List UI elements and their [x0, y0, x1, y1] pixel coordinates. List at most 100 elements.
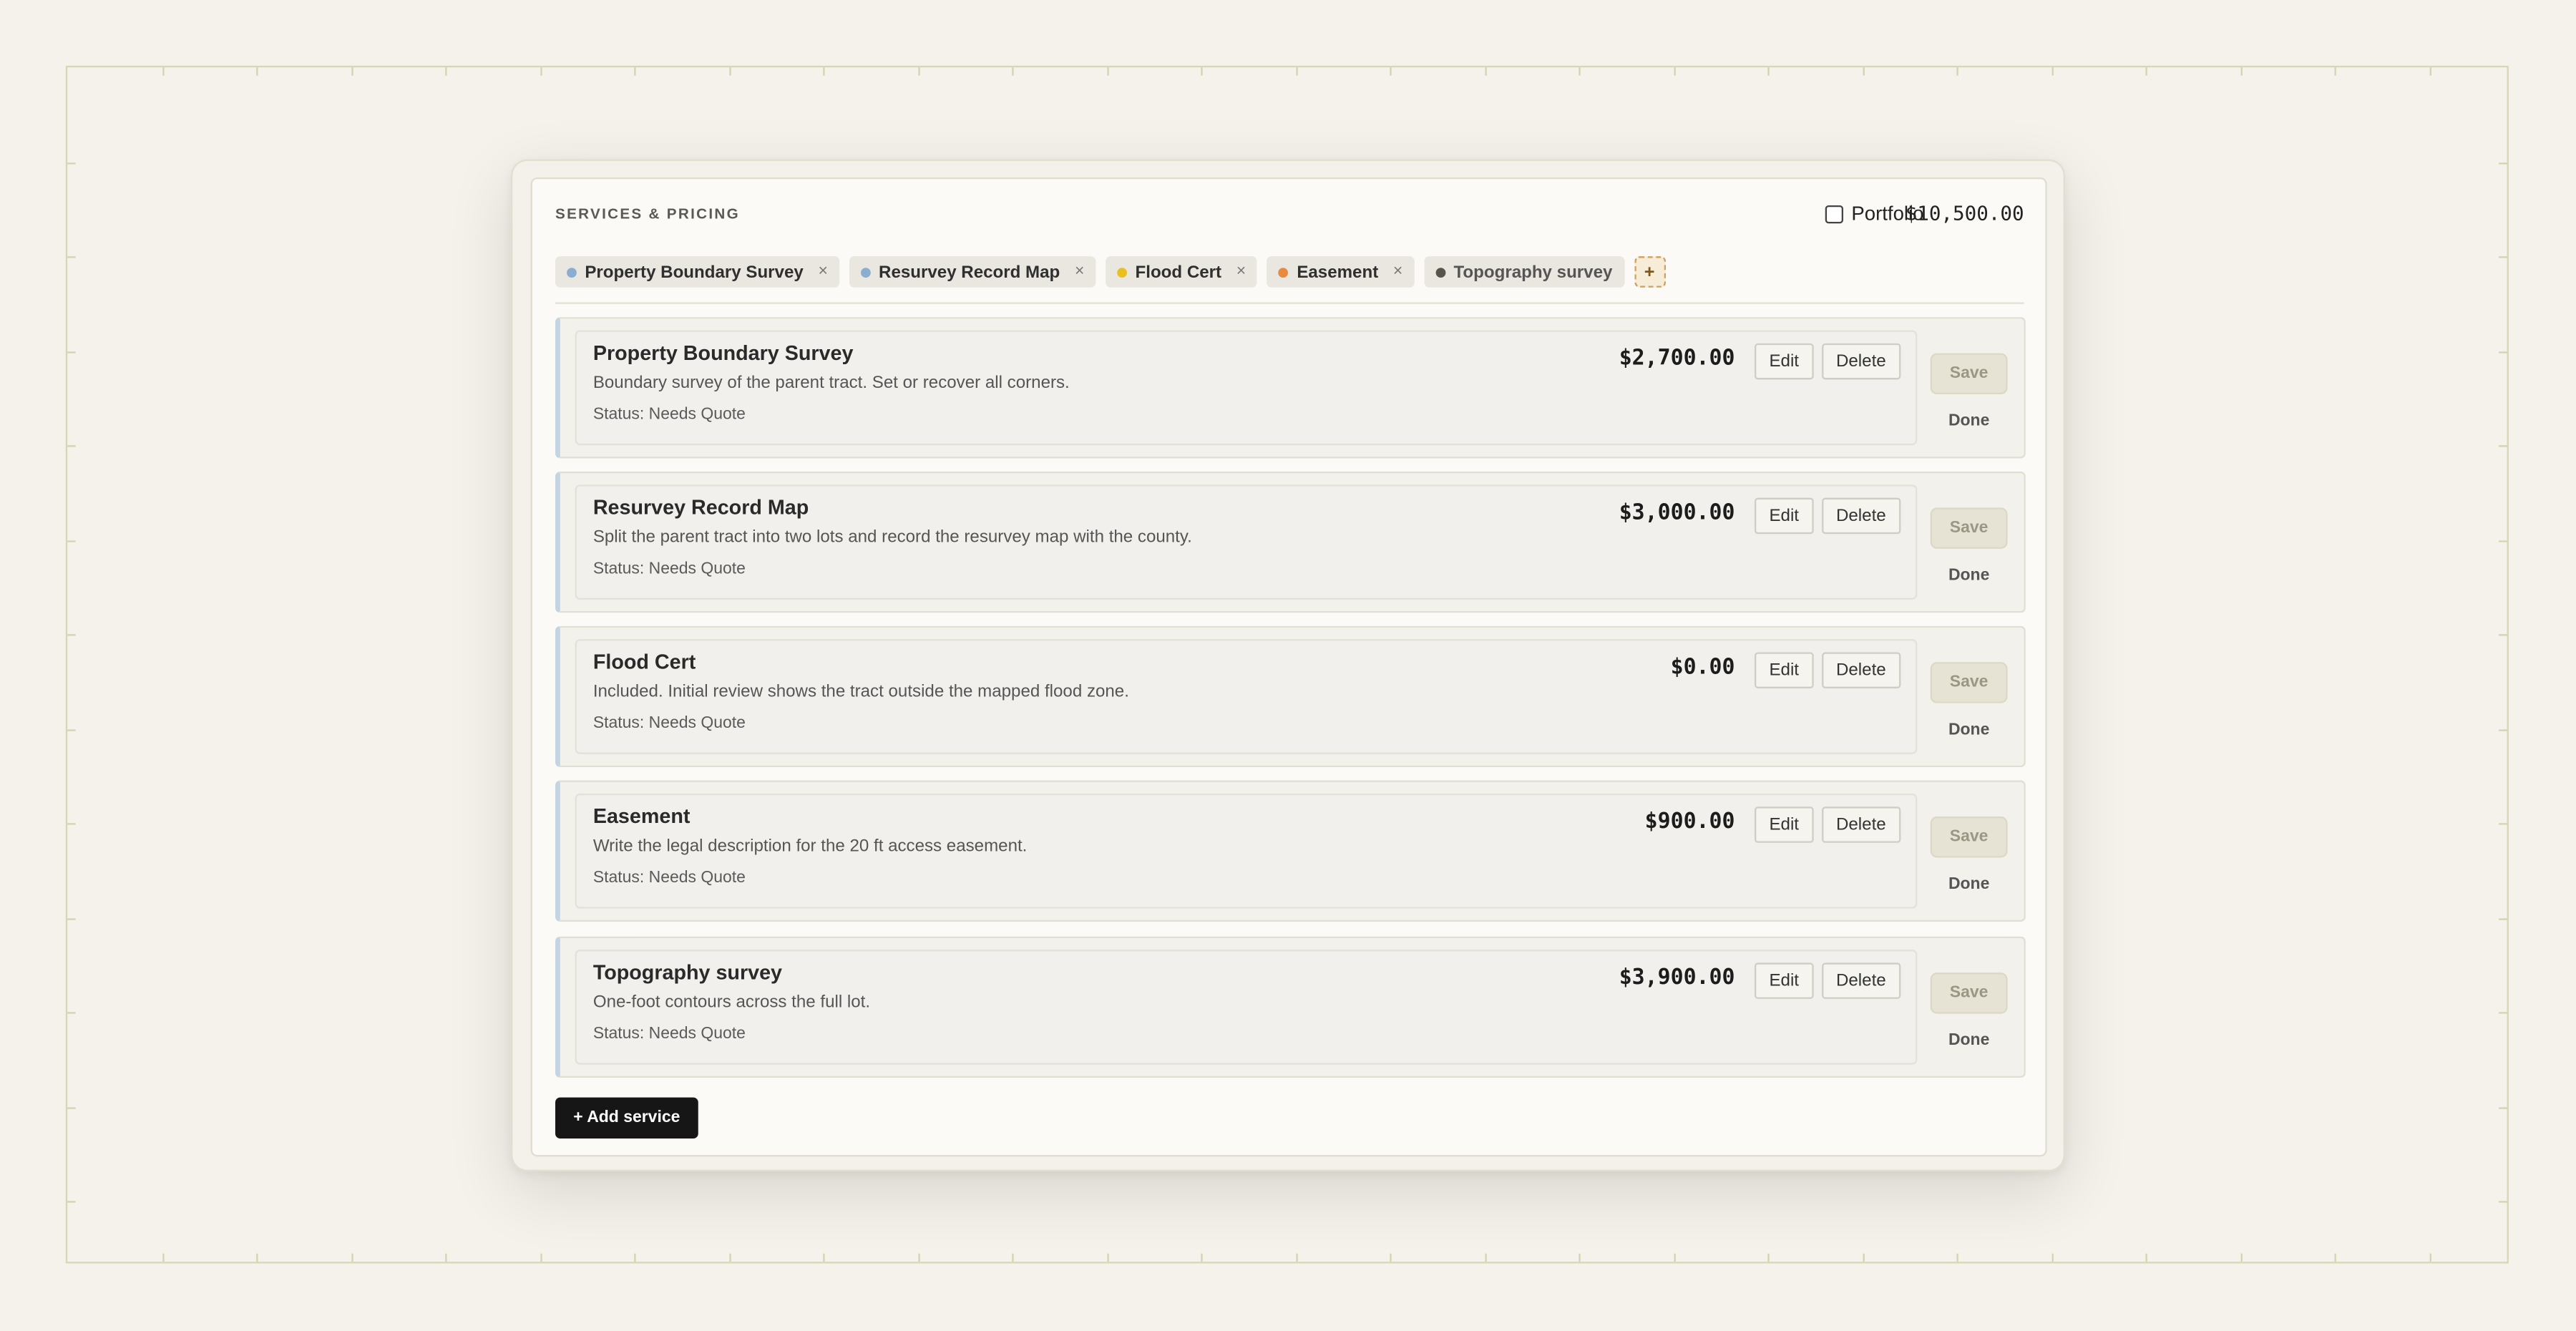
ruler-tick [2499, 728, 2507, 731]
ruler-tick [1106, 1253, 1108, 1262]
done-button[interactable]: Done [1931, 876, 2008, 894]
ruler-tick [67, 728, 76, 731]
tag-label: Easement [1297, 262, 1379, 282]
service-card: Topography survey One-foot contours acro… [575, 950, 1918, 1065]
remove-tag-icon[interactable]: × [818, 263, 827, 281]
remove-tag-icon[interactable]: × [1236, 263, 1246, 281]
ruler-tick [540, 1253, 542, 1262]
ruler-tick [2334, 67, 2336, 76]
service-tag[interactable]: Resurvey Record Map × [849, 256, 1096, 288]
ruler-tick [1956, 67, 1958, 76]
ruler-tick [2145, 67, 2147, 76]
ruler-tick [1673, 67, 1675, 76]
ruler-tick [162, 67, 164, 76]
ruler-tick [2240, 1253, 2242, 1262]
page-background: SERVICES & PRICING Portfolio $10,500.00 … [0, 0, 2576, 1331]
remove-tag-icon[interactable]: × [1075, 263, 1084, 281]
ruler-tick [2145, 1253, 2147, 1262]
service-tag[interactable]: Flood Cert × [1106, 256, 1258, 288]
service-description: Boundary survey of the parent tract. Set… [592, 373, 1070, 393]
save-button[interactable]: Save [1930, 662, 2008, 703]
service-row: Property Boundary Survey Boundary survey… [555, 317, 2026, 459]
ruler-tick [67, 1106, 76, 1108]
save-button[interactable]: Save [1930, 353, 2008, 395]
edit-button[interactable]: Edit [1754, 343, 1814, 380]
tag-label: Flood Cert [1135, 262, 1222, 282]
done-button[interactable]: Done [1931, 412, 2008, 430]
done-button[interactable]: Done [1931, 1032, 2008, 1050]
ruler-tick [2499, 823, 2507, 825]
delete-button[interactable]: Delete [1821, 652, 1901, 688]
service-description: One-foot contours across the full lot. [592, 992, 871, 1013]
tag-color-dot [1435, 267, 1445, 277]
ruler-tick [1767, 67, 1770, 76]
done-button[interactable]: Done [1931, 721, 2008, 739]
service-status: Status: Needs Quote [592, 869, 746, 887]
ruler-tick [445, 1253, 447, 1262]
add-tag-button[interactable]: + [1634, 256, 1665, 288]
ruler-tick [67, 445, 76, 447]
ruler-tick [162, 1253, 164, 1262]
delete-button[interactable]: Delete [1821, 497, 1901, 535]
save-button[interactable]: Save [1930, 972, 2008, 1014]
service-name: Topography survey [592, 961, 783, 985]
divider [555, 302, 2024, 304]
tag-label: Resurvey Record Map [879, 262, 1060, 282]
ruler-tick [728, 1253, 731, 1262]
service-description: Included. Initial review shows the tract… [592, 681, 1129, 702]
service-price: $3,900.00 [1619, 965, 1735, 991]
tag-color-dot [860, 267, 871, 277]
service-tag[interactable]: Topography survey [1424, 256, 1624, 288]
tag-label: Property Boundary Survey [585, 262, 804, 282]
ruler-tick [1390, 1253, 1392, 1262]
ruler-tick [1579, 1253, 1581, 1262]
ruler-tick [256, 67, 258, 76]
services-panel: SERVICES & PRICING Portfolio $10,500.00 … [530, 177, 2047, 1157]
ruler-tick [1579, 67, 1581, 76]
edit-button[interactable]: Edit [1754, 497, 1814, 535]
ruler-tick [2499, 1012, 2507, 1014]
delete-button[interactable]: Delete [1821, 962, 1901, 999]
ruler-tick [2499, 162, 2507, 164]
ruler-tick [67, 162, 76, 164]
service-card: Easement Write the legal description for… [575, 793, 1918, 909]
ruler-tick [67, 1012, 76, 1014]
delete-button[interactable]: Delete [1821, 343, 1901, 380]
ruler-tick [1484, 67, 1486, 76]
tag-label: Topography survey [1453, 262, 1613, 282]
service-card: Flood Cert Included. Initial review show… [575, 639, 1918, 754]
ruler-tick [2334, 1253, 2336, 1262]
service-description: Write the legal description for the 20 f… [592, 836, 1028, 857]
service-tag[interactable]: Property Boundary Survey × [555, 256, 839, 288]
service-row: Topography survey One-foot contours acro… [555, 936, 2026, 1078]
service-name: Property Boundary Survey [592, 341, 854, 365]
ruler-tick [1673, 1253, 1675, 1262]
ruler-tick [540, 67, 542, 76]
remove-tag-icon[interactable]: × [1393, 263, 1402, 281]
service-row: Resurvey Record Map Split the parent tra… [555, 471, 2026, 613]
done-button[interactable]: Done [1931, 567, 2008, 585]
edit-button[interactable]: Edit [1754, 962, 1814, 999]
ruler-tick [351, 1253, 353, 1262]
service-name: Easement [592, 804, 691, 829]
save-button[interactable]: Save [1930, 816, 2008, 858]
service-status: Status: Needs Quote [592, 714, 746, 733]
ruler-tick [1862, 1253, 1864, 1262]
save-button[interactable]: Save [1930, 507, 2008, 549]
ruler-tick [1201, 67, 1203, 76]
ruler-tick [351, 67, 353, 76]
ruler-tick [445, 67, 447, 76]
section-title: SERVICES & PRICING [555, 205, 740, 222]
ruler-tick [2499, 256, 2507, 258]
service-tags: Property Boundary Survey × Resurvey Record… [555, 256, 1665, 288]
ruler-tick [67, 823, 76, 825]
edit-button[interactable]: Edit [1754, 806, 1814, 843]
ruler-tick [1956, 1253, 1958, 1262]
edit-button[interactable]: Edit [1754, 652, 1814, 688]
portfolio-checkbox[interactable] [1825, 204, 1843, 223]
delete-button[interactable]: Delete [1821, 806, 1901, 843]
add-service-button[interactable]: + Add service [555, 1097, 698, 1139]
service-tag[interactable]: Easement × [1267, 256, 1415, 288]
ruler-tick [2499, 917, 2507, 920]
tag-color-dot [1117, 267, 1128, 277]
